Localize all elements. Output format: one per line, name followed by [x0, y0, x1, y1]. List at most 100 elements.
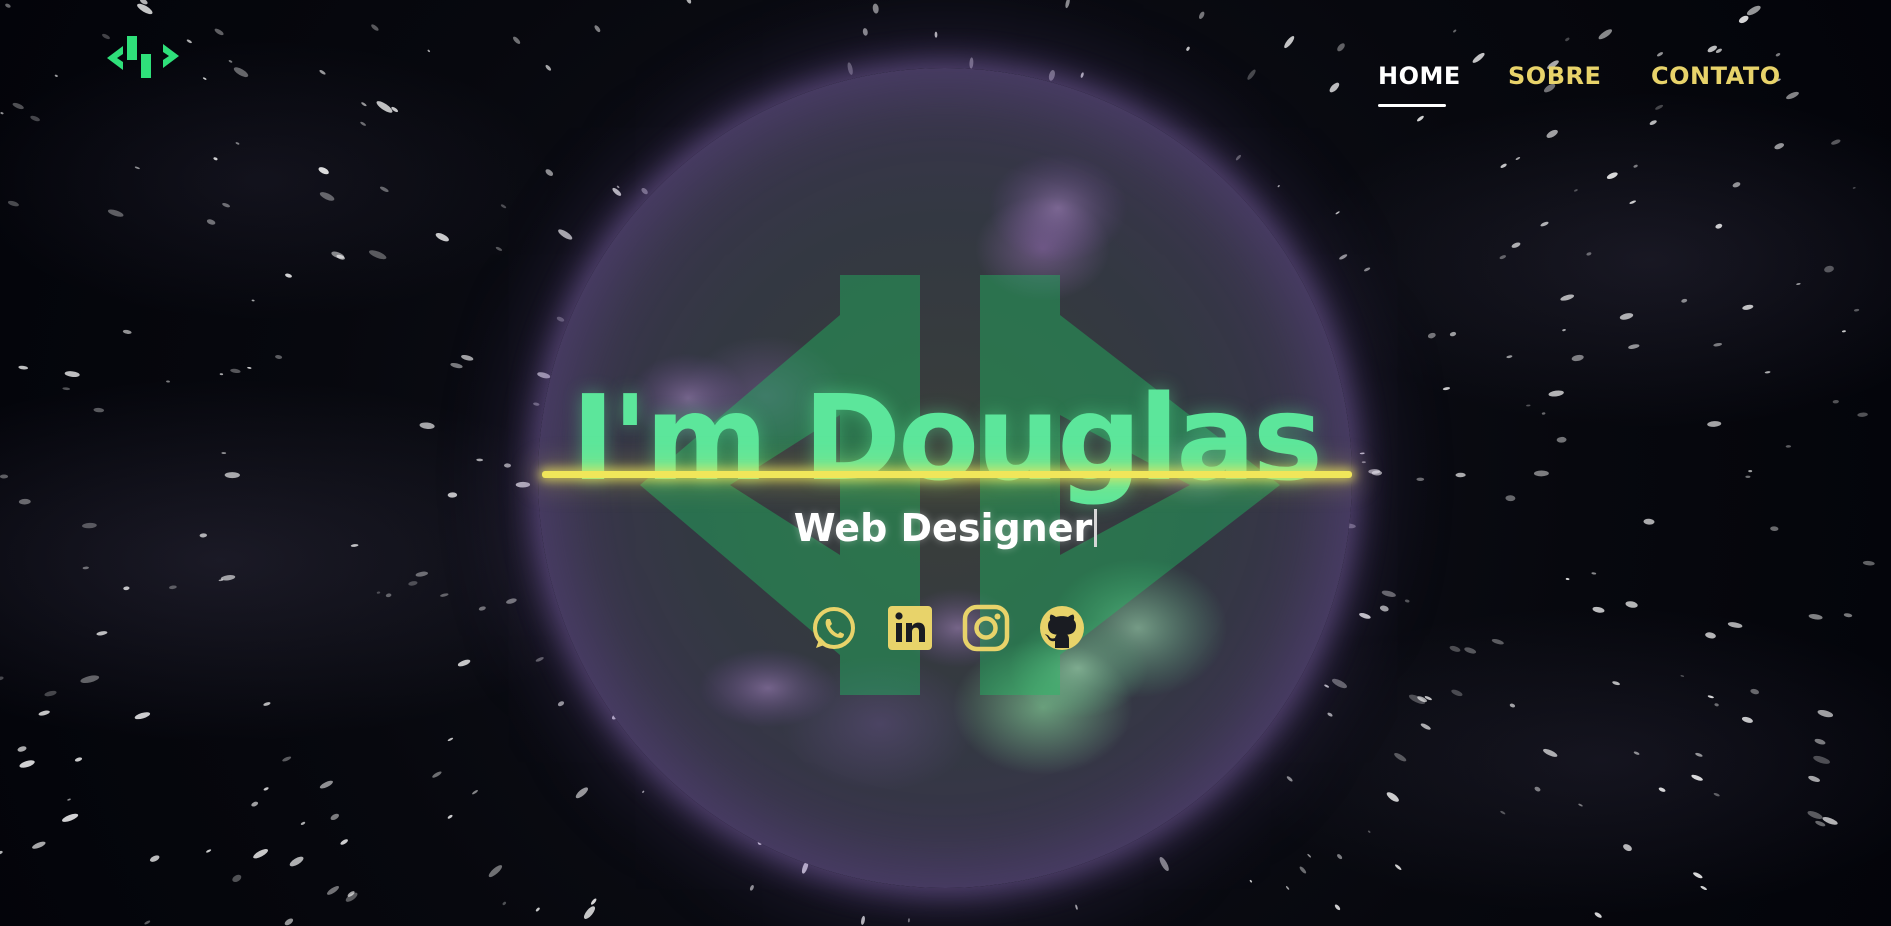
star: [1540, 221, 1549, 227]
star: [1464, 647, 1477, 654]
star: [134, 712, 151, 720]
star: [319, 780, 333, 789]
star: [1574, 189, 1578, 192]
social-links: [810, 604, 1086, 654]
star: [1534, 786, 1541, 792]
star: [1511, 242, 1521, 248]
star: [1327, 712, 1333, 717]
nav-home-link[interactable]: HOME: [1378, 62, 1461, 107]
star: [1815, 820, 1826, 827]
instagram-icon[interactable]: [962, 604, 1010, 652]
star: [749, 885, 754, 891]
nav-sobre-label: SOBRE: [1508, 62, 1602, 90]
star: [62, 813, 79, 822]
star: [1339, 254, 1348, 260]
star: [263, 702, 271, 706]
star: [228, 60, 233, 63]
star: [1707, 695, 1714, 699]
star: [319, 192, 335, 201]
star: [1543, 748, 1558, 757]
star: [535, 657, 544, 662]
star: [557, 701, 565, 707]
star: [472, 790, 478, 795]
star: [427, 49, 431, 53]
star: [1843, 613, 1853, 618]
star: [1331, 678, 1348, 689]
star: [447, 737, 454, 742]
star: [1307, 853, 1311, 858]
whatsapp-icon[interactable]: [810, 604, 858, 652]
star: [1586, 252, 1592, 256]
star: [1693, 872, 1703, 879]
star: [1186, 46, 1190, 51]
star: [1831, 139, 1841, 145]
linkedin-icon[interactable]: [886, 604, 934, 652]
star: [206, 849, 212, 853]
star: [17, 746, 27, 752]
star: [1817, 709, 1834, 718]
star: [169, 585, 177, 590]
star: [1509, 703, 1516, 708]
hero-subtitle: Web Designer: [0, 506, 1891, 550]
star: [1741, 716, 1753, 723]
star: [1814, 738, 1826, 745]
code-brackets-logo-icon[interactable]: [107, 34, 179, 80]
star: [1841, 330, 1846, 333]
star: [82, 566, 89, 570]
star: [44, 690, 57, 697]
star: [1633, 164, 1638, 168]
star: [502, 901, 507, 906]
star: [1198, 11, 1205, 20]
star: [1235, 154, 1241, 161]
star: [461, 354, 474, 361]
star: [1379, 605, 1389, 612]
star: [1449, 331, 1457, 337]
star: [1075, 904, 1078, 910]
star: [1337, 43, 1345, 52]
star: [0, 676, 4, 681]
nav-active-underline: [1378, 104, 1446, 107]
star: [1862, 560, 1875, 566]
star: [1656, 52, 1664, 57]
star: [1500, 163, 1507, 168]
star: [1681, 298, 1688, 303]
star: [1065, 0, 1070, 9]
nav-sobre-link[interactable]: SOBRE: [1508, 62, 1601, 90]
star: [1578, 803, 1583, 807]
star: [385, 593, 392, 598]
star: [435, 233, 449, 242]
star: [1705, 632, 1716, 639]
star: [1598, 29, 1613, 40]
star: [1619, 313, 1634, 320]
star: [861, 915, 865, 925]
star: [1363, 267, 1371, 272]
star: [1695, 752, 1703, 757]
star: [38, 710, 50, 716]
star: [1324, 684, 1329, 688]
star: [1824, 265, 1834, 273]
star: [415, 571, 428, 577]
star: [1381, 590, 1396, 597]
typing-cursor: [1094, 509, 1098, 547]
star: [1565, 37, 1570, 42]
star: [74, 757, 83, 762]
star: [64, 371, 80, 378]
star: [340, 839, 348, 845]
star: [275, 355, 283, 359]
nav-contato-link[interactable]: CONTATO: [1651, 62, 1781, 90]
star: [1500, 810, 1506, 815]
star: [545, 64, 552, 71]
star: [1813, 755, 1830, 764]
star: [1565, 577, 1570, 581]
star: [1612, 681, 1620, 686]
star: [1852, 186, 1856, 189]
star: [1594, 912, 1602, 918]
star: [1367, 830, 1371, 833]
star: [253, 848, 269, 859]
star: [1451, 689, 1463, 697]
star: [233, 67, 249, 78]
star: [1629, 200, 1637, 204]
star: [327, 885, 339, 895]
github-icon[interactable]: [1038, 604, 1086, 652]
star: [447, 814, 453, 819]
